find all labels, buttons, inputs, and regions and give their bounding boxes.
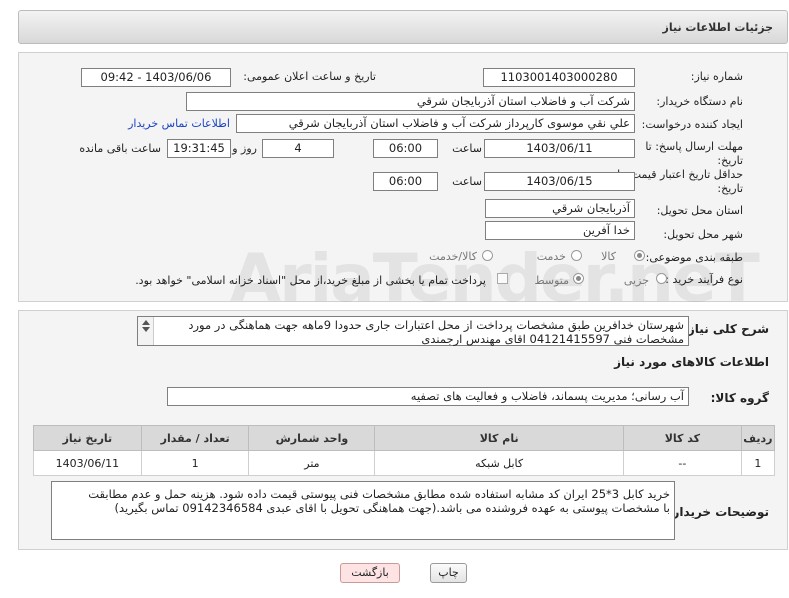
category-goods-service-label: کالا/خدمت bbox=[429, 250, 477, 263]
print-button[interactable]: چاپ bbox=[430, 563, 467, 583]
category-goods-service-radio[interactable] bbox=[482, 250, 493, 261]
col-date-header: تاریخ نیاز bbox=[33, 425, 142, 451]
province-label: استان محل تحویل: bbox=[656, 204, 743, 217]
items-table: ردیف کد کالا نام کالا واحد شمارش تعداد /… bbox=[33, 425, 776, 476]
cell-name: کابل شبکه bbox=[374, 450, 624, 476]
buyer-org-field[interactable]: شرکت آب و فاضلاب استان آذربایجان شرقي bbox=[186, 92, 635, 111]
buyer-notes-box[interactable]: خرید کابل 3*25 ایران کد مشابه استفاده شد… bbox=[51, 481, 675, 540]
city-label: شهر محل تحویل: bbox=[663, 228, 743, 241]
announce-field[interactable]: 1403/06/06 - 09:42 bbox=[81, 68, 231, 87]
price-validity-label: حداقل تاریخ اعتبار قیمت: تا bbox=[617, 168, 743, 181]
reply-date-field[interactable]: 1403/06/11 bbox=[484, 139, 635, 158]
table-row[interactable]: 1 -- کابل شبکه متر 1 1403/06/11 bbox=[33, 450, 776, 476]
summary-textarea[interactable]: شهرستان خدافرین طبق مشخصات پرداخت از محل… bbox=[137, 316, 689, 346]
goods-group-field[interactable]: آب رسانی؛ مدیریت پسماند، فاضلاب و فعالیت… bbox=[167, 387, 689, 406]
items-table-wrapper: ردیف کد کالا نام کالا واحد شمارش تعداد /… bbox=[33, 425, 776, 476]
cell-date: 1403/06/11 bbox=[33, 450, 142, 476]
col-qty-header: تعداد / مقدار bbox=[140, 425, 250, 451]
reply-time-field[interactable]: 06:00 bbox=[373, 139, 438, 158]
goods-group-label: گروه کالا: bbox=[710, 391, 769, 405]
cell-unit: متر bbox=[248, 450, 376, 476]
price-date-field[interactable]: 1403/06/15 bbox=[484, 172, 635, 191]
reply-time-label: ساعت bbox=[452, 142, 482, 155]
buyer-contact-link[interactable]: اطلاعات تماس خریدار bbox=[128, 117, 230, 130]
process-medium-radio[interactable] bbox=[573, 273, 584, 284]
buyer-org-label: نام دستگاه خریدار: bbox=[656, 95, 743, 108]
scroll-up-icon[interactable] bbox=[142, 320, 150, 325]
category-goods-label: کالا bbox=[601, 250, 616, 263]
payment-note: پرداخت تمام یا بخشی از مبلغ خرید،از محل … bbox=[135, 274, 486, 287]
treasury-checkbox[interactable] bbox=[497, 273, 508, 284]
cell-code: -- bbox=[623, 450, 742, 476]
requester-label: ایجاد کننده درخواست: bbox=[641, 118, 743, 131]
back-button[interactable]: بازگشت bbox=[340, 563, 400, 583]
reply-deadline-label-2: تاریخ: bbox=[717, 154, 743, 167]
summary-label: شرح کلی نیاز: bbox=[683, 322, 769, 336]
remaining-time-field[interactable]: 19:31:45 bbox=[167, 139, 231, 158]
col-code-header: کد کالا bbox=[623, 425, 742, 451]
buyer-notes-line-1: خرید کابل 3*25 ایران کد مشابه استفاده شد… bbox=[88, 487, 670, 501]
page-header: جزئیات اطلاعات نیاز bbox=[18, 10, 788, 44]
cell-qty: 1 bbox=[140, 450, 250, 476]
price-time-label: ساعت bbox=[452, 175, 482, 188]
buyer-notes-line-2: با مشخصات پیوستی به عهده فروشنده می باشد… bbox=[114, 501, 670, 515]
category-service-radio[interactable] bbox=[571, 250, 582, 261]
category-service-label: خدمت bbox=[536, 250, 566, 263]
page-title: جزئیات اطلاعات نیاز bbox=[662, 21, 774, 34]
days-label: روز و bbox=[232, 142, 257, 155]
col-name-header: نام کالا bbox=[374, 425, 624, 451]
col-row-header: ردیف bbox=[740, 425, 776, 451]
summary-line-1: شهرستان خدافرین طبق مشخصات پرداخت از محل… bbox=[188, 318, 684, 332]
category-label: طبقه بندی موضوعی: bbox=[645, 251, 743, 264]
need-number-field[interactable]: 1103001403000280 bbox=[483, 68, 635, 87]
table-header-row: ردیف کد کالا نام کالا واحد شمارش تعداد /… bbox=[33, 425, 776, 451]
price-validity-label-2: تاریخ: bbox=[717, 182, 743, 195]
announce-label: تاریخ و ساعت اعلان عمومی: bbox=[243, 70, 376, 83]
days-field[interactable]: 4 bbox=[262, 139, 334, 158]
need-number-label: شماره نیاز: bbox=[690, 70, 743, 83]
price-time-field[interactable]: 06:00 bbox=[373, 172, 438, 191]
remaining-label: ساعت باقی مانده bbox=[79, 142, 161, 155]
scroll-down-icon[interactable] bbox=[142, 327, 150, 332]
process-partial-radio[interactable] bbox=[656, 273, 667, 284]
buyer-notes-label: توضیحات خریدار: bbox=[667, 505, 769, 519]
process-label: نوع فرآیند خرید : bbox=[665, 273, 743, 286]
city-field[interactable]: خدا آفرين bbox=[485, 221, 635, 240]
summary-scrollbar[interactable] bbox=[138, 317, 154, 345]
process-partial-label: جزیی bbox=[623, 274, 649, 287]
requester-field[interactable]: علي نقي موسوی کارپرداز شرکت آب و فاضلاب … bbox=[236, 114, 635, 133]
reply-deadline-label: مهلت ارسال پاسخ: تا bbox=[645, 140, 743, 153]
col-unit-header: واحد شمارش bbox=[248, 425, 376, 451]
process-medium-label: متوسط bbox=[534, 274, 569, 287]
goods-info-title: اطلاعات کالاهای مورد نیاز bbox=[614, 355, 769, 369]
province-field[interactable]: آذربایجان شرقي bbox=[485, 199, 635, 218]
cell-row: 1 bbox=[740, 450, 776, 476]
summary-line-2: مشخصات فنی 04121415597 اقای مهندس ارجمند… bbox=[421, 332, 684, 346]
category-goods-radio[interactable] bbox=[634, 250, 645, 261]
